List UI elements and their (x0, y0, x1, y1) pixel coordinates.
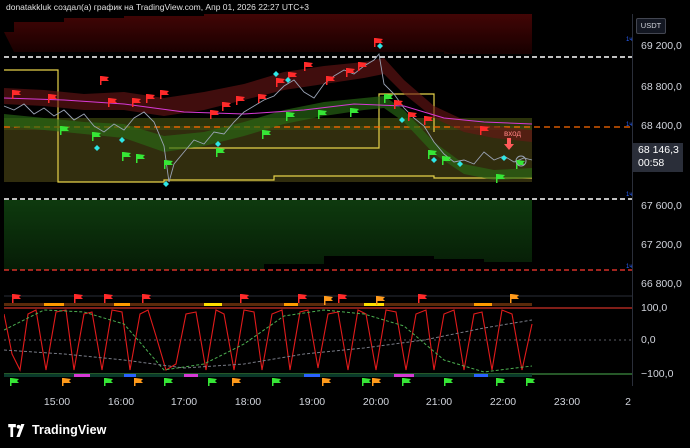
bottom-signal-strip (4, 374, 532, 377)
entry-label: вход (504, 129, 522, 138)
red-flag-icon (210, 110, 219, 119)
last-price-label: 68 146,3 00:58 (633, 143, 683, 172)
chart-area[interactable]: вход USDT 69 200,0 68 800,0 68 400,0 67 … (4, 14, 685, 412)
time-tick: 16:00 (107, 396, 135, 408)
price-tick: 68 400,0 (641, 120, 682, 132)
top-signal-strip (4, 303, 532, 306)
price-tick: 67 200,0 (641, 239, 682, 251)
lower-green-band (4, 200, 532, 270)
red-flag-icon (236, 96, 245, 105)
indicator-tick: 100,0 (641, 302, 668, 314)
price-tick: 69 200,0 (641, 40, 682, 52)
price-tick: 66 800,0 (641, 278, 682, 290)
bar-countdown: 00:58 (638, 157, 665, 169)
footer: TradingView (0, 412, 690, 448)
level-tag: 1ч (626, 264, 633, 270)
indicator-tick: −100,0 (641, 368, 674, 380)
indicator-tick: 0,0 (641, 334, 656, 346)
level-tag: 1ч (626, 192, 633, 198)
red-flag-icon (326, 76, 335, 85)
time-tick: 19:00 (298, 396, 326, 408)
green-flag-icon (350, 108, 359, 117)
time-tick: 21:00 (425, 396, 453, 408)
indicator-pane-bg (4, 296, 632, 386)
chart-title: donatakkluk создал(а) график на TradingV… (6, 2, 310, 12)
indicator-axis[interactable]: 100,0 0,0 −100,0 (632, 296, 686, 386)
green-flag-icon (318, 110, 327, 119)
time-tick: 23:00 (553, 396, 581, 408)
red-flag-icon (100, 76, 109, 85)
price-tick: 67 600,0 (641, 200, 682, 212)
last-price-value: 68 146,3 (638, 144, 679, 156)
tradingview-logo-icon (8, 423, 25, 437)
red-flag-icon (222, 102, 231, 111)
time-tick: 17:00 (170, 396, 198, 408)
brand-name: TradingView (32, 423, 107, 437)
tradingview-logo[interactable]: TradingView (8, 423, 107, 437)
time-tick: 2 (625, 396, 631, 408)
time-axis[interactable]: 15:00 16:00 17:00 18:00 19:00 20:00 21:0… (4, 386, 632, 412)
red-flag-icon (258, 94, 267, 103)
upper-red-band (4, 14, 532, 54)
time-tick: 20:00 (362, 396, 390, 408)
level-tag: 1ч (626, 122, 633, 128)
price-and-indicator-chart[interactable] (4, 14, 632, 386)
time-tick: 22:00 (489, 396, 517, 408)
time-tick: 15:00 (43, 396, 71, 408)
price-tick: 68 800,0 (641, 81, 682, 93)
time-tick: 18:00 (234, 396, 262, 408)
level-tag: 1ч (626, 37, 633, 43)
